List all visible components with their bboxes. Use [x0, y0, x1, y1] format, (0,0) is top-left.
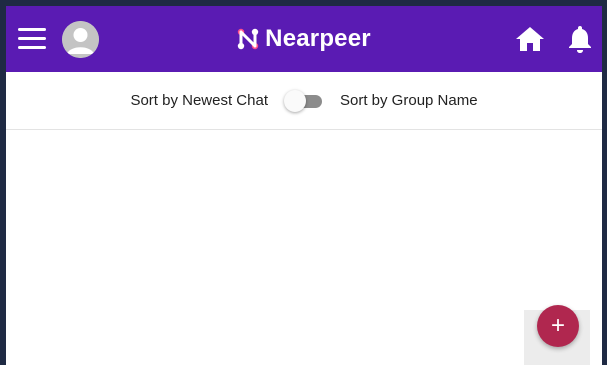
- app-bar: Nearpeer: [6, 6, 602, 72]
- avatar[interactable]: [62, 21, 99, 58]
- sort-group-name-label[interactable]: Sort by Group Name: [340, 92, 478, 109]
- add-button[interactable]: +: [537, 305, 579, 347]
- nearpeer-logo-icon: [237, 28, 259, 50]
- sort-bar: Sort by Newest Chat Sort by Group Name: [6, 72, 602, 130]
- sort-newest-chat-label[interactable]: Sort by Newest Chat: [130, 92, 268, 109]
- bell-icon[interactable]: [568, 24, 592, 54]
- home-icon[interactable]: [515, 26, 545, 52]
- user-avatar-icon: [62, 21, 99, 58]
- chat-list: [6, 130, 602, 365]
- hamburger-menu-icon[interactable]: [18, 28, 46, 50]
- brand-name: Nearpeer: [265, 25, 371, 52]
- toggle-thumb: [284, 89, 306, 112]
- sort-toggle[interactable]: [284, 89, 324, 112]
- plus-icon: +: [550, 312, 565, 339]
